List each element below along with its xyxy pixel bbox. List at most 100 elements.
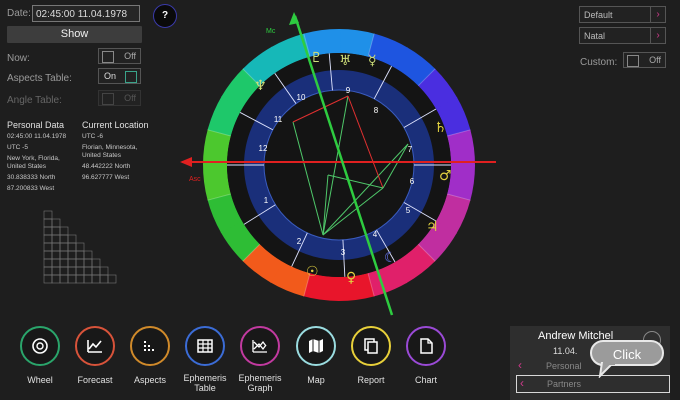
saturn-icon: ♄: [434, 120, 447, 136]
aspect-cell: [43, 234, 53, 244]
toggle-box: [627, 55, 639, 67]
aspect-cell: [107, 274, 117, 284]
toolbar-report[interactable]: Report: [351, 326, 401, 385]
toolbar-forecast[interactable]: Forecast: [75, 326, 125, 385]
toggle-box: [102, 51, 114, 63]
jupiter-icon: ♃: [426, 219, 439, 235]
toggle-box: [102, 93, 114, 105]
personal-line: 87.200833 West: [7, 185, 55, 192]
aspect-cell: [83, 266, 93, 276]
aspect-cell: [83, 274, 93, 284]
toggle-state: On: [104, 71, 117, 81]
chart-style-select[interactable]: Default ›: [579, 6, 666, 23]
house-number: 8: [374, 106, 379, 115]
toolbar-label: Forecast: [77, 375, 113, 385]
toggle-state: Off: [124, 93, 136, 103]
aspect-cell: [51, 258, 61, 268]
house-number: 4: [373, 230, 378, 239]
now-toggle[interactable]: Off: [98, 48, 141, 64]
toggle-box: [125, 71, 137, 83]
toolbar-wheel[interactable]: Wheel: [20, 326, 70, 385]
aspect-cell: [75, 266, 85, 276]
toggle-state: Off: [649, 55, 661, 65]
house-number: 9: [346, 86, 351, 95]
current-line: 48.442222 North: [82, 163, 131, 170]
now-label: Now:: [7, 53, 30, 64]
aspect-cell: [43, 274, 53, 284]
toolbar-label: Wheel: [27, 375, 53, 385]
house-number: 12: [259, 144, 268, 153]
aspect-cell: [43, 242, 53, 252]
aspect-cell: [43, 210, 53, 220]
chart-type-select[interactable]: Natal ›: [579, 27, 666, 44]
date-label: Date:: [7, 8, 31, 19]
profile-row-label: Partners: [547, 379, 582, 389]
show-button[interactable]: Show: [7, 26, 142, 43]
toolbar-label: Ephemeris Graph: [238, 373, 282, 393]
aspect-cell: [59, 250, 69, 260]
angle-table-toggle[interactable]: Off: [98, 90, 141, 106]
aspect-cell: [59, 242, 69, 252]
profile-partners-row[interactable]: ‹ Partners: [516, 375, 670, 393]
aspect-cell: [51, 274, 61, 284]
aspect-cell: [75, 242, 85, 252]
aspect-cell: [91, 274, 101, 284]
aspects-table-grid: [43, 210, 117, 284]
toolbar-label: Map: [307, 375, 325, 385]
current-location-block: UTC -6 Florian, Minnesota, United States…: [82, 133, 157, 182]
house-number: 7: [408, 145, 413, 154]
aspect-cell: [99, 274, 109, 284]
current-line: United States: [82, 152, 122, 159]
aspect-cell: [91, 266, 101, 276]
house-number: 1: [264, 196, 269, 205]
asc-arrow-icon: [180, 157, 192, 167]
toolbar-label: Ephemeris Table: [183, 373, 227, 393]
house-number: 10: [297, 93, 306, 102]
graph-icon: [240, 326, 280, 366]
aspects-grid-icon: [130, 326, 170, 366]
toolbar-map[interactable]: Map: [296, 326, 346, 385]
toggle-state: Off: [124, 51, 136, 61]
custom-label: Custom:: [580, 57, 618, 68]
date-input[interactable]: 02:45:00 11.04.1978: [32, 5, 140, 22]
aspect-cell: [51, 250, 61, 260]
help-button[interactable]: ?: [153, 4, 177, 28]
aspect-cell: [51, 242, 61, 252]
mc-label: Mc: [266, 28, 276, 35]
aspect-cell: [43, 250, 53, 260]
toolbar-ephemeris-graph[interactable]: Ephemeris Graph: [238, 326, 290, 393]
aspect-cell: [67, 266, 77, 276]
toolbar-label: Report: [357, 375, 385, 385]
toolbar-ephemeris-table[interactable]: Ephemeris Table: [183, 326, 235, 393]
toolbar-chart[interactable]: Chart: [406, 326, 456, 385]
house-number: 3: [341, 248, 346, 257]
personal-line: UTC -5: [7, 144, 28, 151]
aspects-table-toggle[interactable]: On: [98, 68, 141, 84]
chevron-left-icon: ‹: [518, 358, 522, 372]
profile-row-label: Personal: [546, 361, 582, 371]
aspect-cell: [51, 266, 61, 276]
aspect-cell: [59, 226, 69, 236]
toolbar-aspects[interactable]: Aspects: [130, 326, 180, 385]
aspect-cell: [59, 234, 69, 244]
mercury-icon: ☿: [368, 53, 377, 69]
aspect-cell: [59, 258, 69, 268]
aspect-cell: [75, 258, 85, 268]
callout-tail-icon: [598, 362, 616, 378]
aspect-cell: [43, 266, 53, 276]
aspect-cell: [43, 218, 53, 228]
aspect-cell: [67, 234, 77, 244]
custom-toggle[interactable]: Off: [623, 52, 666, 68]
aspect-cell: [43, 258, 53, 268]
personal-line: 30.838333 North: [7, 174, 56, 181]
aspect-cell: [59, 274, 69, 284]
house-number: 2: [297, 237, 302, 246]
aspect-cell: [59, 266, 69, 276]
toolbar-label: Chart: [414, 375, 437, 385]
aspect-cell: [43, 226, 53, 236]
astrology-wheel[interactable]: 1 2 3 4 5 6 7 8 9 10 11 12 Mc Asc ♇ ♅ ☿ …: [180, 10, 500, 320]
mars-icon: ♂: [439, 168, 452, 184]
map-icon: [296, 326, 336, 366]
uranus-icon: ♅: [339, 53, 352, 69]
document-icon: [406, 326, 446, 366]
